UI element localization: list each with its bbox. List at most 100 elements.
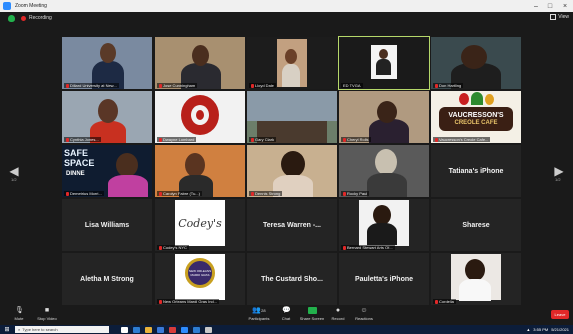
close-button[interactable]: × — [558, 0, 572, 12]
video-tile[interactable]: NEW ORLEANS MARDI GRAS New Orleans Mardi… — [155, 253, 245, 305]
store-icon[interactable] — [157, 326, 164, 333]
participants-button[interactable]: 👥28 Participants — [246, 307, 272, 321]
participant-name-centered: Teresa Warren -... — [263, 221, 321, 229]
chat-button[interactable]: 💬 Chat — [273, 307, 299, 321]
video-tile[interactable]: Sharese — [431, 199, 521, 251]
file-explorer-icon[interactable] — [145, 326, 152, 333]
stop-video-button[interactable]: ■ Stop Video — [34, 307, 60, 321]
participant-name: Bernard Stewart Arts Of... — [341, 245, 395, 250]
zoom-logo-icon — [3, 2, 11, 10]
video-tile[interactable]: Pauletta's iPhone — [339, 253, 429, 305]
participant-name-centered: The Custard Sho... — [261, 275, 323, 283]
video-tile[interactable]: Dwayne Lombard — [155, 91, 245, 143]
zoom-taskbar-icon[interactable] — [181, 326, 188, 333]
participant-name: Rocky Paul — [341, 191, 370, 196]
reactions-button[interactable]: ☺ Reactions — [351, 307, 377, 321]
task-view-icon[interactable] — [121, 326, 128, 333]
video-tile[interactable]: Don Hartling — [431, 37, 521, 89]
video-tile[interactable]: Jose Cunningham — [155, 37, 245, 89]
minimize-button[interactable]: – — [529, 0, 543, 12]
recording-dot-icon — [21, 15, 26, 21]
participant-name-centered: Pauletta's iPhone — [354, 275, 414, 283]
network-icon[interactable]: ▲ — [526, 327, 530, 332]
participant-name: Lloyd Dale — [249, 83, 276, 88]
search-icon: ⌕ — [18, 327, 21, 332]
record-button[interactable]: ● Record — [325, 307, 351, 321]
chevron-right-icon: ▶ — [554, 164, 564, 178]
video-tile[interactable]: Lloyd Dale — [247, 37, 337, 89]
video-tile[interactable]: Codey's Codey's NYC — [155, 199, 245, 251]
view-button[interactable]: View — [550, 14, 569, 20]
participant-name-centered: Tatiana's iPhone — [448, 167, 504, 175]
video-tile[interactable]: The Custard Sho... — [247, 253, 337, 305]
previous-page-number: 1/2 — [11, 177, 17, 182]
taskbar-search-input[interactable]: ⌕ Type here to search — [15, 326, 109, 333]
meeting-top-strip: Recording — [0, 12, 573, 24]
participants-icon: 👥28 — [252, 307, 266, 314]
participant-name: Jose Cunningham — [157, 83, 198, 88]
participant-name: Dillard University at New... — [64, 83, 119, 88]
participant-name: Carolyn Fabre (Tu...) — [157, 191, 202, 196]
chevron-left-icon: ◀ — [9, 164, 19, 178]
safe-space-logo-line2: SPACE — [64, 158, 95, 168]
windows-start-icon[interactable]: ⊞ — [3, 326, 11, 333]
participant-name: Dwayne Lombard — [157, 137, 197, 142]
zoom-window: Zoom Meeting – □ × Recording View Dillar… — [0, 0, 573, 334]
clock-date[interactable]: 5/21/2021 — [551, 327, 569, 332]
video-tile[interactable]: Cheryl Rolls — [339, 91, 429, 143]
video-camera-icon: ■ — [44, 307, 50, 314]
next-page-number: 1/2 — [555, 177, 561, 182]
windows-taskbar: ⊞ ⌕ Type here to search — [0, 325, 573, 334]
leave-meeting-button[interactable]: Leave — [551, 310, 569, 319]
video-tile[interactable]: Tatiana's iPhone — [431, 145, 521, 197]
video-tile[interactable]: Gary Clark — [247, 91, 337, 143]
mail-icon[interactable] — [169, 326, 176, 333]
participant-name: New Orleans Mardi Gras Ind... — [157, 299, 220, 304]
safe-space-logo-line1: SAFE — [64, 148, 89, 158]
record-icon: ● — [335, 307, 341, 314]
video-tile[interactable]: Carolyn Fabre (Tu...) — [155, 145, 245, 197]
title-bar: Zoom Meeting — [0, 0, 573, 12]
participant-name: Demetrius Morri... — [64, 191, 104, 196]
maximize-button[interactable]: □ — [543, 0, 557, 12]
video-tile[interactable]: Aletha M Strong — [62, 253, 152, 305]
video-tile-active-speaker[interactable]: ED TVGA — [338, 36, 430, 90]
video-tile[interactable]: Dillard University at New... — [62, 37, 152, 89]
participant-name: Vaucresson's Creole Cafe... — [433, 137, 491, 142]
participant-name: ED TVGA — [341, 83, 363, 88]
view-label: View — [558, 14, 569, 20]
window-title: Zoom Meeting — [15, 3, 47, 9]
video-tile[interactable]: Dennis Strong — [247, 145, 337, 197]
safe-space-logo-line3: DINNE — [66, 171, 85, 177]
vaucresson-logo-line1: VAUCRESSON'S — [448, 111, 504, 119]
video-tile[interactable]: VAUCRESSON'S CREOLE CAFE Vaucresson's Cr… — [431, 91, 521, 143]
app-icon[interactable] — [205, 326, 212, 333]
mardi-gras-logo: NEW ORLEANS MARDI GRAS — [188, 269, 212, 277]
recording-label: Recording — [29, 15, 52, 21]
system-tray: ▲ 3:55 PM 5/21/2021 — [526, 325, 569, 334]
microphone-icon: 🎙 — [15, 307, 24, 314]
mute-button[interactable]: 🎙 Mute — [6, 307, 32, 321]
participant-name: Don Hartling — [433, 83, 464, 88]
participant-name: Gary Clark — [249, 137, 277, 142]
codeys-logo: Codey's — [178, 216, 222, 230]
video-tile[interactable]: Bernard Stewart Arts Of... — [339, 199, 429, 251]
participant-name-centered: Sharese — [462, 221, 490, 229]
video-tile[interactable]: Lisa Williams — [62, 199, 152, 251]
participant-name: Dennis Strong — [249, 191, 283, 196]
video-tile[interactable]: Cynthia Jones... — [62, 91, 152, 143]
encryption-shield-icon[interactable] — [8, 14, 15, 22]
chat-icon: 💬 — [282, 307, 291, 314]
video-tile[interactable]: SAFE SPACE DINNE Demetrius Morri... — [62, 145, 152, 197]
video-tile[interactable]: Rocky Paul — [339, 145, 429, 197]
participant-name: Cordelia — [433, 299, 456, 304]
word-icon[interactable] — [193, 326, 200, 333]
video-tile[interactable]: Teresa Warren -... — [247, 199, 337, 251]
view-grid-icon — [550, 14, 557, 20]
participant-name: Cynthia Jones... — [64, 137, 101, 142]
share-screen-button[interactable]: Share Screen — [299, 307, 325, 321]
clock-time[interactable]: 3:55 PM — [533, 327, 548, 332]
video-tile[interactable]: Cordelia — [431, 253, 521, 305]
vaucresson-logo-line2: CREOLE CAFE — [454, 119, 498, 126]
edge-icon[interactable] — [133, 326, 140, 333]
